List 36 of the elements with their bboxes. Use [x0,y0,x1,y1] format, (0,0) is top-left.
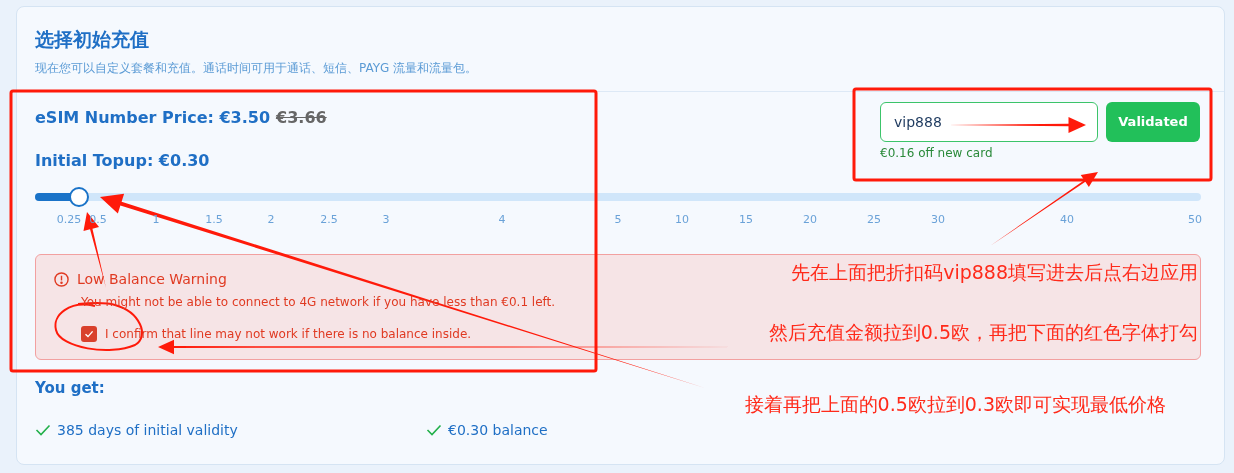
annotation-text: 接着再把上面的0.5欧拉到0.3欧即可实现最低价格 [744,392,1166,417]
benefit-text: €0.30 balance [448,420,548,440]
original-price: €3.66 [276,107,327,129]
slider-tick-label: 40 [1060,212,1074,228]
discount-note: €0.16 off new card [880,145,994,162]
slider-tick-label: 1 [152,212,160,228]
slider-tick-label: 4 [498,212,506,228]
slider-tick-label: 15 [739,212,753,228]
benefits-title: You get: [35,378,106,399]
benefit-text: 385 days of initial validity [57,420,238,440]
annotation-text: 然后充值金额拉到0.5欧，再把下面的红色字体打勾 [768,320,1198,345]
slider-tick-label: 5 [614,212,622,228]
slider-tick-label: 50 [1188,212,1202,228]
slider-tick-label: 2 [267,212,275,228]
annotation-text: 先在上面把折扣码vip888填写进去后点右边应用 [791,260,1198,285]
confirm-checkbox[interactable] [81,326,97,342]
check-icon [84,329,94,339]
slider-tick-label: 1.5 [205,212,223,228]
section-subtitle: 现在您可以自定义套餐和充值。通话时间可用于通话、短信、PAYG 流量和流量包。 [35,60,479,77]
slider-tick-label: 25 [867,212,881,228]
check-icon [426,423,442,437]
promo-code-field[interactable]: vip888 [880,102,1098,142]
slider-tick-label: 0.25 [56,212,82,228]
price-label: eSIM Number Price: €3.50 [35,107,271,129]
slider-thumb[interactable] [69,187,90,207]
topup-label: Initial Topup: €0.30 [35,150,211,172]
slider-tick-label: 2.5 [320,212,338,228]
slider-tick-label: 20 [803,212,817,228]
alert-icon [54,272,69,287]
slider-tick-label: 3 [382,212,390,228]
warning-title: Low Balance Warning [77,270,227,289]
section-title: 选择初始充值 [35,27,150,52]
slider-tick-label: 10 [675,212,689,228]
slider-tick-label: 30 [931,212,945,228]
check-icon [35,423,51,437]
slider[interactable] [35,187,1201,207]
